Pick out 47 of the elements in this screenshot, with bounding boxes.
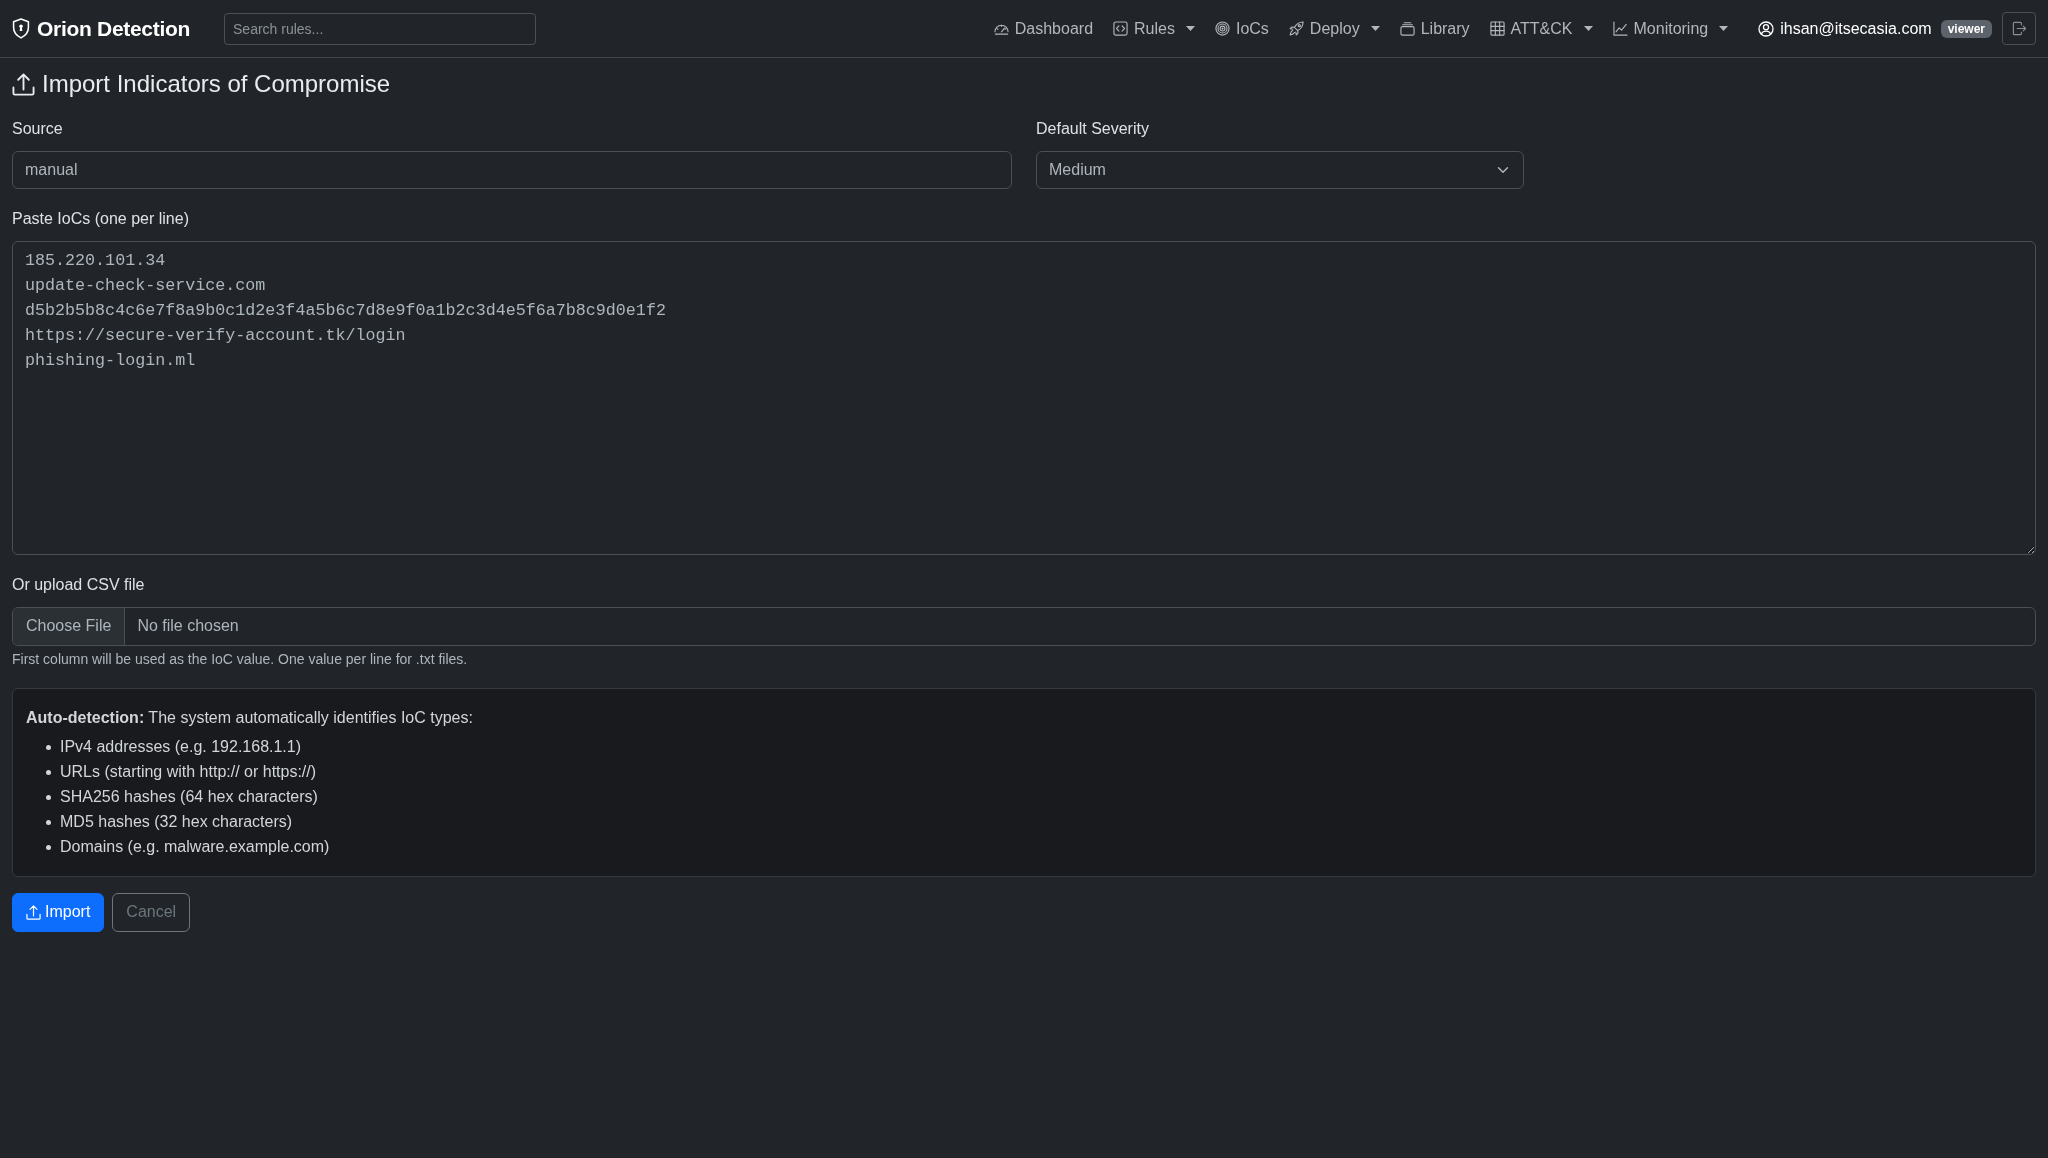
nav-link[interactable]: ATT&CK [1479, 16, 1603, 41]
shield-icon [12, 18, 30, 39]
logout-button[interactable] [2002, 12, 2036, 45]
nav-link[interactable]: Library [1389, 16, 1480, 41]
file-field[interactable]: Choose File No file chosen [12, 606, 2036, 646]
list-item: MD5 hashes (32 hex characters) [60, 812, 293, 833]
rocket-icon [1288, 21, 1304, 36]
field-label: Or upload CSV file [12, 574, 145, 595]
bullet-icon [46, 819, 51, 825]
nav-link[interactable]: Monitoring [1602, 16, 1739, 41]
list-item: Domains (e.g. malware.example.com) [60, 837, 330, 858]
grid-icon [1489, 21, 1505, 36]
choose-file-button[interactable]: Choose File [13, 607, 126, 645]
stack-icon [1399, 21, 1415, 36]
person-icon [1758, 20, 1775, 37]
upload-icon [12, 72, 35, 96]
page-title: Import Indicators of Compromise [42, 70, 391, 99]
logout-icon [2011, 21, 2027, 36]
search-field[interactable]: Search rules... [224, 12, 536, 45]
bullet-icon [46, 794, 51, 800]
severity-select[interactable]: Medium [1036, 150, 1524, 189]
field-label: Default Severity [1036, 118, 1149, 139]
field-label: Paste IoCs (one per line) [12, 208, 189, 229]
code-icon [1113, 21, 1129, 36]
target-icon [1214, 21, 1230, 36]
role-badge: viewer [1940, 19, 1992, 38]
user-email: ihsan@itsecasia.com [1780, 18, 1932, 39]
source-input[interactable]: manual [12, 150, 1012, 189]
nav-link[interactable]: IoCs [1204, 16, 1279, 41]
import-button[interactable]: Import [12, 892, 105, 932]
file-status-text: No file chosen [136, 616, 240, 637]
list-item: URLs (starting with http:// or https://) [60, 762, 317, 783]
list-item: SHA256 hashes (64 hex characters) [60, 787, 318, 808]
brand-link[interactable]: Orion Detection [12, 12, 190, 45]
help-text: First column will be used as the IoC value. One value per line for .txt files. [12, 649, 469, 669]
upload-icon [26, 904, 41, 920]
bullet-icon [46, 744, 51, 750]
nav-link[interactable]: Rules [1103, 16, 1205, 41]
line-chart-icon [1612, 21, 1628, 36]
nav-link[interactable]: Dashboard [983, 16, 1104, 41]
list-item: IPv4 addresses (e.g. 192.168.1.1) [60, 737, 302, 758]
nav-link[interactable]: Deploy [1278, 16, 1390, 41]
ioc-textarea[interactable]: 185.220.101.34 update-check-service.com d5b2b5b8c4c6e7f8a9b0c1d2e3f4a5b6c7d8e9f0a1b2c3d4e5f6a7b8c9d0e1f2 https://secure-verify-account.tk/login phishing-login.ml [12, 240, 2036, 555]
bullet-icon [46, 769, 51, 775]
field-label: Source [12, 118, 63, 139]
info-text: Auto-detection: The system automatically identifies IoC types: [26, 707, 474, 728]
bullet-icon [46, 844, 51, 850]
